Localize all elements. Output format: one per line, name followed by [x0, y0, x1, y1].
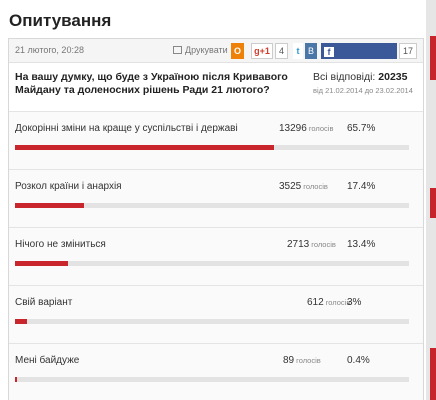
result-bar-fill [15, 203, 84, 208]
facebook-recommend-button[interactable]: fРекомендувати [321, 43, 397, 72]
votes-unit-label: голосів [308, 124, 334, 133]
option-vote-count: 13296 [279, 123, 307, 134]
option-vote-count: 3525 [279, 181, 302, 192]
votes-unit-label: голосів [303, 182, 328, 191]
side-marker [430, 348, 436, 400]
poll-option: Нічого не зміниться 2713 голосів 13.4% [9, 227, 423, 285]
google-plus-count: 4 [275, 43, 288, 59]
option-label: Докорінні зміни на краще у суспільстві і… [15, 123, 238, 134]
option-label: Розкол країни і анархія [15, 181, 122, 192]
option-percent: 0.4% [347, 355, 370, 366]
result-bar-fill [15, 377, 18, 382]
poll-option: Розкол країни і анархія 3525 голосів 17.4% [9, 169, 423, 227]
result-bar-track [15, 203, 409, 208]
option-label: Нічого не зміниться [15, 239, 106, 250]
option-percent: 3% [347, 297, 362, 308]
option-votes: 89 голосів [283, 355, 321, 366]
poll-total: Всі відповіді: 20235 [313, 71, 407, 83]
poll-option: Мені байдуже 89 голосів 0.4% [9, 343, 423, 400]
result-bar-fill [15, 145, 274, 150]
result-bar-track [15, 377, 409, 382]
print-button[interactable]: Друкувати [173, 45, 228, 55]
side-marker [430, 36, 436, 80]
votes-unit-label: голосів [311, 240, 336, 249]
poll-period: від 21.02.2014 до 23.02.2014 [313, 86, 413, 95]
option-vote-count: 89 [283, 355, 295, 366]
odnoklassniki-share-button[interactable]: О [231, 43, 244, 59]
google-plus-button[interactable]: g+1 [251, 43, 273, 59]
poll-header: Опитування [0, 0, 426, 38]
option-percent: 65.7% [347, 123, 376, 134]
option-vote-count: 612 [307, 297, 324, 308]
option-votes: 2713 голосів [287, 239, 336, 250]
print-label: Друкувати [185, 45, 228, 55]
option-label: Мені байдуже [15, 355, 80, 366]
vk-share-button[interactable]: B [305, 43, 317, 59]
option-votes: 13296 голосів [279, 123, 333, 134]
votes-unit-label: голосів [296, 356, 321, 365]
poll-option: Свій варіант 612 голосів 3% [9, 285, 423, 343]
option-votes: 612 голосів [307, 297, 350, 308]
poll-options: Докорінні зміни на краще у суспільстві і… [9, 111, 423, 400]
poll-title: Опитування [9, 11, 112, 30]
result-bar-fill [15, 319, 27, 324]
poll-panel: 21 лютого, 20:28 Друкувати О g+1 4 t B f… [8, 38, 424, 400]
result-bar-track [15, 145, 409, 150]
result-bar-fill [15, 261, 68, 266]
result-bar-track [15, 261, 409, 266]
option-votes: 3525 голосів [279, 181, 328, 192]
facebook-count: 17 [399, 43, 417, 59]
result-bar-track [15, 319, 409, 324]
option-label: Свій варіант [15, 297, 73, 308]
twitter-share-button[interactable]: t [293, 43, 303, 59]
poll-option: Докорінні зміни на краще у суспільстві і… [9, 111, 423, 169]
right-column-edge [426, 0, 436, 400]
side-marker [430, 188, 436, 218]
poll-question: На вашу думку, що буде з Україною після … [15, 71, 288, 96]
poll-page: Опитування 21 лютого, 20:28 Друкувати О … [0, 0, 436, 400]
option-percent: 17.4% [347, 181, 376, 192]
printer-icon [173, 46, 182, 54]
facebook-icon: f [324, 47, 334, 57]
total-count: 20235 [378, 71, 408, 83]
poll-date: 21 лютого, 20:28 [15, 45, 84, 55]
poll-meta-bar: 21 лютого, 20:28 Друкувати О g+1 4 t B f… [9, 39, 423, 72]
option-percent: 13.4% [347, 239, 376, 250]
option-vote-count: 2713 [287, 239, 310, 250]
total-label: Всі відповіді: [313, 71, 376, 83]
